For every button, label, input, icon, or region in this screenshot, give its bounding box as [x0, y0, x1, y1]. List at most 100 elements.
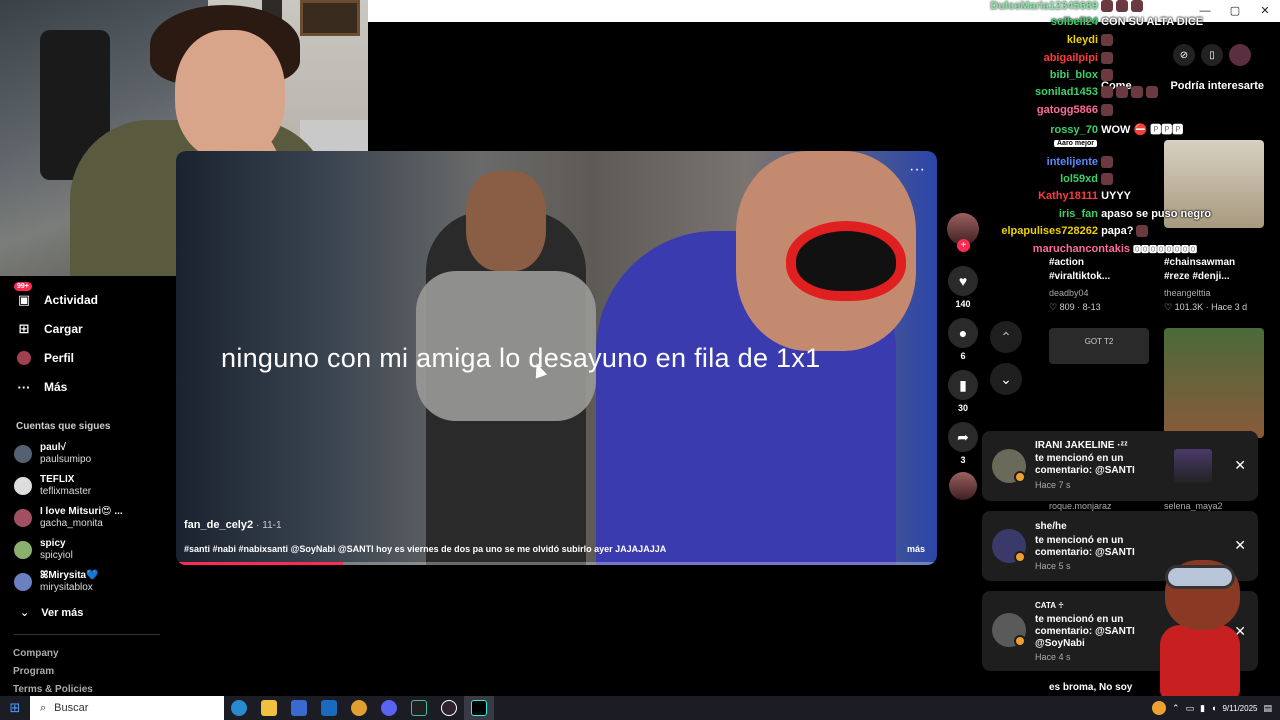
clock-date[interactable]: 9/11/2025	[1222, 704, 1257, 713]
footer-link-program[interactable]: Program	[13, 666, 54, 677]
thumb-caption: #action #viraltiktok...	[1049, 256, 1149, 284]
see-more-button[interactable]: ⌄ Ver más	[20, 606, 83, 620]
chat-message: DulceMaria12345689	[990, 0, 1143, 13]
video-player[interactable]: ninguno con mi amiga lo desayuno en fila…	[176, 151, 937, 565]
more-options-icon[interactable]: ···	[909, 161, 925, 179]
save-button[interactable]: ▮ 30	[945, 370, 981, 413]
emote-icon	[1131, 0, 1143, 13]
obs-icon[interactable]	[434, 696, 464, 720]
chat-message: gatogg5866	[990, 104, 1113, 117]
following-account[interactable]: paul√ paulsumipo	[14, 442, 91, 466]
close-window-button[interactable]: ✕	[1250, 0, 1280, 22]
nav-item-activity[interactable]: ▣ 99+ Actividad	[14, 282, 98, 308]
account-handle: paulsumipo	[40, 454, 92, 465]
thumb-user[interactable]: roque.monjaraz	[1049, 501, 1112, 511]
chat-user: solbell24	[1050, 16, 1098, 28]
nav-item-label: Más	[44, 380, 68, 394]
chrome-icon[interactable]	[344, 696, 374, 720]
comment-button[interactable]: ● 6	[945, 318, 981, 361]
follow-plus-icon[interactable]: +	[957, 239, 970, 252]
window-controls: — ▢ ✕	[1190, 0, 1280, 22]
bookmark-icon: ▮	[948, 370, 978, 400]
footer-link-company[interactable]: Company	[13, 648, 59, 659]
notification-center-icon[interactable]: ▤	[1263, 703, 1272, 714]
weather-icon[interactable]	[1152, 701, 1167, 715]
nav-item-more[interactable]: ··· Más	[16, 379, 68, 395]
tiktok-icon[interactable]	[464, 696, 494, 720]
video-person-face	[466, 171, 546, 271]
video-thumbnail[interactable]	[1164, 328, 1264, 438]
close-icon[interactable]: ✕	[1234, 457, 1246, 474]
nav-item-upload[interactable]: ⊞ Cargar	[16, 321, 83, 337]
webcam-frame	[300, 0, 360, 36]
like-button[interactable]: ♥ 140	[945, 266, 981, 309]
previous-video-button[interactable]: ⌃	[990, 321, 1022, 353]
notification-text: te mencionó en un comentario: @SANTI	[1035, 535, 1135, 558]
outlook-icon[interactable]	[314, 696, 344, 720]
chat-text: WOW ⛔ 🅿🅿🅿	[1101, 124, 1184, 136]
notification-thumbnail	[1174, 449, 1212, 483]
chat-user: elpapulises728262	[1001, 225, 1098, 237]
next-video-button[interactable]: ⌄	[990, 363, 1022, 395]
chevron-up-icon[interactable]: ⌃	[1172, 703, 1180, 714]
discord-icon[interactable]	[374, 696, 404, 720]
emote-icon	[1101, 0, 1113, 13]
share-button[interactable]: ➦ 3	[945, 422, 981, 465]
tab-recommendations[interactable]: Podría interesarte	[1170, 80, 1264, 92]
chat-message: Aaro mejor	[1054, 140, 1097, 147]
thumb-stats: ♡ 809 · 8-13	[1049, 302, 1101, 312]
thumb-caption-line: #reze #denji...	[1164, 271, 1230, 282]
thumb-user[interactable]: deadby04	[1049, 288, 1089, 298]
chevron-down-icon: ⌄	[20, 607, 30, 619]
emote-icon	[1136, 225, 1149, 238]
heart-icon: ♥	[948, 266, 978, 296]
following-account[interactable]: ꕤMirysita💙 mirysitablox	[14, 570, 99, 594]
chat-text: papa?	[1101, 225, 1134, 237]
sound-avatar[interactable]	[945, 472, 981, 500]
thumb-user[interactable]: theangelttia	[1164, 288, 1211, 298]
video-author[interactable]: fan_de_cely2 · 11-1	[184, 519, 282, 531]
footer-link-terms[interactable]: Terms & Policies	[13, 684, 93, 695]
maximize-button[interactable]: ▢	[1220, 0, 1250, 22]
windows-start-icon[interactable]: ⊞	[0, 700, 30, 716]
emote-icon	[1101, 86, 1113, 99]
following-account[interactable]: spicy spicyiol	[14, 538, 73, 562]
account-name: TEFLIX	[40, 474, 75, 485]
file-explorer-icon[interactable]	[254, 696, 284, 720]
volume-icon[interactable]: ◖	[1211, 703, 1216, 713]
avatar	[14, 509, 32, 527]
video-caption: ninguno con mi amiga lo desayuno en fila…	[221, 343, 821, 373]
taskbar-search[interactable]: ⌕ Buscar	[30, 696, 224, 720]
chat-text: mejor	[1074, 140, 1094, 147]
store-icon[interactable]	[284, 696, 314, 720]
video-thumbnail[interactable]: GOT T2	[1049, 328, 1149, 364]
network-icon[interactable]: ▭	[1186, 703, 1195, 714]
edge-icon[interactable]	[224, 696, 254, 720]
chat-user: Aaro	[1057, 140, 1073, 147]
terminal-icon[interactable]	[404, 696, 434, 720]
creator-avatar[interactable]: +	[945, 213, 981, 252]
thumb-likes: 101.3K	[1174, 302, 1204, 312]
chevron-down-icon: ⌄	[1000, 370, 1012, 387]
nav-item-profile[interactable]: Perfil	[16, 350, 74, 366]
thumb-user[interactable]: selena_maya2	[1164, 501, 1223, 511]
thumb-caption: #chainsawman #reze #denji...	[1164, 256, 1264, 284]
chat-message: lol59xd	[990, 173, 1113, 186]
avatar	[14, 477, 32, 495]
share-count: 3	[960, 455, 966, 465]
following-account[interactable]: TEFLIX teflixmaster	[14, 474, 91, 498]
chat-message: abigailpipi	[990, 52, 1113, 65]
emote-icon	[1116, 86, 1128, 99]
video-progress-fill	[176, 562, 344, 565]
video-progress-bar[interactable]	[176, 562, 937, 565]
profile-avatar[interactable]	[1229, 44, 1251, 66]
description-more-link[interactable]: más	[907, 544, 925, 554]
notification-card[interactable]: IRANI JAKELINE ·ᶻᶻ te mencionó en un com…	[982, 431, 1258, 501]
account-handle: teflixmaster	[40, 486, 92, 497]
emote-icon	[1101, 52, 1113, 65]
following-account[interactable]: I love Mitsuri😍 ... gacha_monita	[14, 506, 123, 530]
link-icon[interactable]: ⊘	[1173, 44, 1195, 66]
phone-icon[interactable]: ▯	[1201, 44, 1223, 66]
chat-user: maruchancontakis	[1032, 243, 1130, 255]
mic-icon[interactable]: ▮	[1200, 703, 1205, 714]
